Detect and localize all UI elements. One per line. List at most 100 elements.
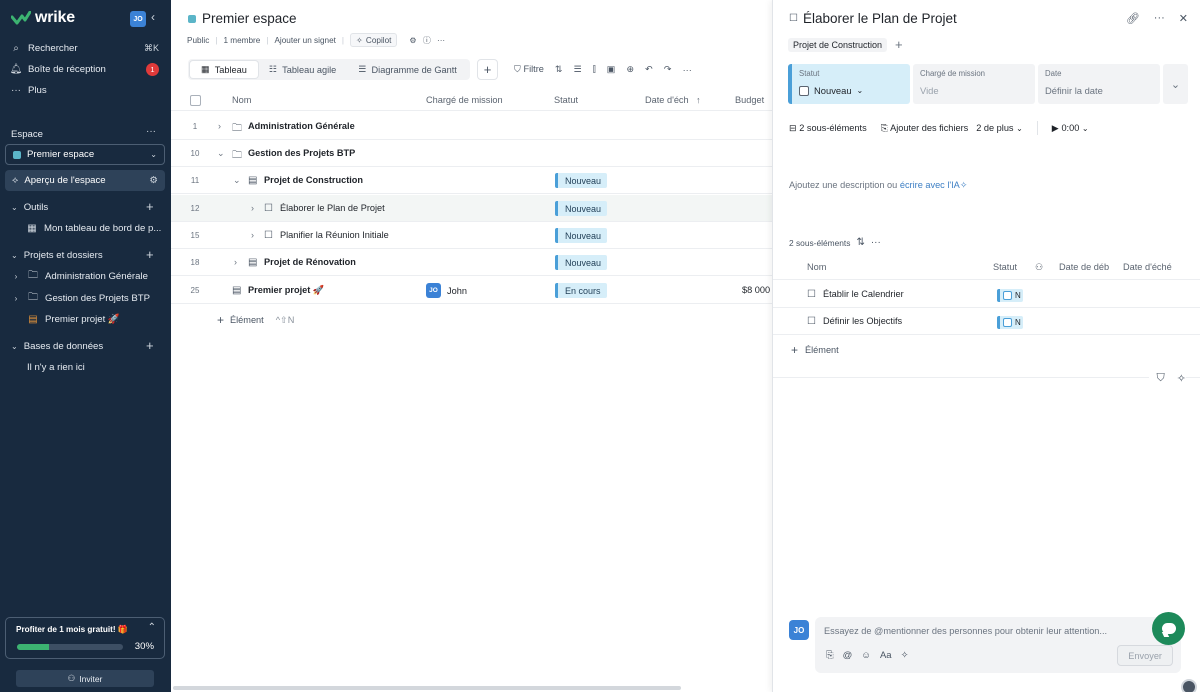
sub-column-due[interactable]: Date d'éché bbox=[1123, 262, 1177, 272]
write-with-ai-link[interactable]: écrire avec l'IA bbox=[900, 180, 960, 190]
add-view-button[interactable]: + bbox=[477, 59, 498, 80]
chevron-right-icon[interactable]: › bbox=[251, 203, 254, 213]
sidebar-item-dashboard[interactable]: ▦ Mon tableau de bord de p... bbox=[27, 220, 161, 236]
close-icon[interactable]: ✕ bbox=[1179, 12, 1188, 25]
sidebar-item-administration[interactable]: › 🗀 Administration Générale bbox=[11, 268, 148, 284]
budget-value[interactable]: $8 000 bbox=[742, 285, 770, 295]
row-name[interactable]: Projet de Construction bbox=[264, 175, 363, 185]
sub-column-start[interactable]: Date de déb bbox=[1059, 262, 1111, 272]
sparkle-icon[interactable]: ✧ bbox=[1177, 372, 1186, 385]
page-title-text[interactable]: Premier espace bbox=[202, 11, 297, 26]
chat-support-button[interactable] bbox=[1152, 612, 1185, 645]
chevron-down-icon[interactable]: ⌄ bbox=[233, 175, 241, 186]
projects-section[interactable]: ⌄ Projets et dossiers bbox=[11, 247, 103, 263]
table-row[interactable]: 12 › ☐ Élaborer le Plan de Projet Nouvea… bbox=[171, 195, 772, 222]
status-badge[interactable]: Nouveau bbox=[555, 255, 608, 270]
status-field[interactable]: Statut Nouveau ⌄ bbox=[788, 64, 910, 104]
info-icon[interactable]: ⓘ bbox=[423, 34, 431, 46]
row-name[interactable]: Administration Générale bbox=[248, 121, 355, 131]
subitem-row[interactable]: ☐ Définir les Objectifs N bbox=[773, 308, 1200, 335]
members-label[interactable]: 1 membre bbox=[223, 36, 260, 45]
date-field[interactable]: Date Définir la date bbox=[1038, 64, 1160, 104]
table-row[interactable]: 25 ▤ Premier projet 🚀 JO John En cours $… bbox=[171, 277, 772, 304]
add-item-button[interactable]: + Élément ^⇧N bbox=[217, 313, 294, 327]
layout-icon[interactable]: ▣ bbox=[607, 64, 616, 75]
databases-section[interactable]: ⌄ Bases de données bbox=[11, 338, 103, 354]
space-selector[interactable]: Premier espace ⌄ bbox=[5, 144, 165, 165]
add-parent-icon[interactable]: + bbox=[895, 37, 903, 52]
bookmark-link[interactable]: Ajouter un signet bbox=[274, 36, 335, 45]
chevron-down-icon[interactable]: ⌄ bbox=[217, 148, 225, 159]
tab-board[interactable]: ☷ Tableau agile bbox=[258, 61, 347, 78]
status-badge[interactable]: Nouveau bbox=[555, 173, 608, 188]
invite-button[interactable]: ⚇ Inviter bbox=[16, 670, 154, 687]
attach-button[interactable]: ⎘ Ajouter des fichiers bbox=[881, 123, 969, 134]
column-budget[interactable]: Budget bbox=[735, 95, 764, 105]
subitem-name[interactable]: Établir le Calendrier bbox=[823, 289, 904, 299]
undo-icon[interactable]: ↶ bbox=[645, 64, 653, 75]
more-fields-button[interactable]: 2 de plus ⌄ bbox=[976, 123, 1023, 133]
add-tool-icon[interactable]: + bbox=[146, 200, 154, 213]
table-row[interactable]: 15 › ☐ Planifier la Réunion Initiale Nou… bbox=[171, 222, 772, 249]
add-project-icon[interactable]: + bbox=[146, 248, 154, 261]
sidebar-item-premier-projet[interactable]: ▤ Premier projet 🚀 bbox=[28, 311, 120, 327]
column-due-date[interactable]: Date d'éch bbox=[645, 95, 689, 105]
filter-button[interactable]: ⛉ Filtre bbox=[514, 64, 544, 75]
description-placeholder[interactable]: Ajoutez une description ou écrire avec l… bbox=[789, 180, 968, 191]
parent-tag[interactable]: Projet de Construction bbox=[788, 37, 888, 52]
column-assignee[interactable]: Chargé de mission bbox=[426, 95, 503, 105]
table-row[interactable]: 11 ⌄ ▤ Projet de Construction Nouveau bbox=[171, 167, 772, 194]
paperclip-icon[interactable]: ⎘ bbox=[826, 650, 834, 661]
mention-icon[interactable]: @ bbox=[843, 650, 853, 661]
select-all-checkbox[interactable] bbox=[190, 95, 201, 106]
sidebar-item-gestion[interactable]: › 🗀 Gestion des Projets BTP bbox=[11, 290, 150, 306]
nav-search[interactable]: ⌕ Rechercher bbox=[11, 40, 161, 56]
filter-icon[interactable]: ⛉ bbox=[1157, 372, 1165, 385]
chevron-right-icon[interactable]: › bbox=[251, 230, 254, 240]
collapse-sidebar-icon[interactable]: ‹ bbox=[151, 10, 155, 24]
chevron-right-icon[interactable]: › bbox=[234, 257, 237, 267]
sub-column-status[interactable]: Statut bbox=[993, 262, 1017, 272]
row-name[interactable]: Gestion des Projets BTP bbox=[248, 148, 355, 158]
row-name[interactable]: Planifier la Réunion Initiale bbox=[280, 230, 389, 240]
add-database-icon[interactable]: + bbox=[146, 339, 154, 352]
nav-more[interactable]: ··· Plus bbox=[11, 82, 47, 98]
subitem-status[interactable]: N bbox=[997, 289, 1023, 302]
help-widget-icon[interactable] bbox=[1181, 679, 1197, 692]
panel-title-text[interactable]: Élaborer le Plan de Projet bbox=[803, 11, 957, 26]
table-row[interactable]: 1 › 🗀 Administration Générale bbox=[171, 113, 772, 140]
timer-button[interactable]: ▶ 0:00 ⌄ bbox=[1052, 123, 1089, 134]
more-icon[interactable]: ··· bbox=[437, 36, 445, 45]
gear-icon[interactable]: ⚙ bbox=[149, 175, 158, 186]
sort-icon[interactable]: ⇅ bbox=[555, 64, 563, 75]
user-avatar[interactable]: JO bbox=[130, 11, 146, 27]
redo-icon[interactable]: ↷ bbox=[664, 64, 672, 75]
status-badge[interactable]: En cours bbox=[555, 283, 607, 298]
comment-box[interactable]: Essayez de @mentionner des personnes pou… bbox=[815, 617, 1181, 673]
expand-fields-icon[interactable]: ⌄ bbox=[1163, 64, 1188, 104]
settings-icon[interactable]: ⚙ bbox=[409, 35, 416, 45]
space-overview-item[interactable]: ⟡ Aperçu de l'espace ⚙ bbox=[5, 170, 165, 191]
send-button[interactable]: Envoyer bbox=[1117, 645, 1173, 666]
row-name[interactable]: Élaborer le Plan de Projet bbox=[280, 203, 385, 213]
visibility-label[interactable]: Public bbox=[187, 36, 209, 45]
tools-section[interactable]: ⌄ Outils bbox=[11, 199, 48, 215]
user-icon[interactable]: ⚇ bbox=[1035, 262, 1043, 273]
column-status[interactable]: Statut bbox=[554, 95, 578, 105]
horizontal-scrollbar[interactable] bbox=[173, 686, 681, 690]
subitem-status[interactable]: N bbox=[997, 316, 1023, 329]
chevron-up-icon[interactable]: ⌃ bbox=[148, 622, 156, 633]
status-badge[interactable]: Nouveau bbox=[555, 228, 608, 243]
sort-asc-icon[interactable]: ↑ bbox=[696, 95, 701, 105]
chevron-right-icon[interactable]: › bbox=[218, 121, 221, 131]
emoji-icon[interactable]: ☺ bbox=[861, 650, 871, 661]
tab-table[interactable]: ▦ Tableau bbox=[190, 61, 258, 78]
column-name[interactable]: Nom bbox=[232, 95, 251, 105]
assignee-field[interactable]: Chargé de mission Vide bbox=[913, 64, 1035, 104]
format-text-icon[interactable]: Aa bbox=[880, 650, 892, 661]
more-icon[interactable]: ··· bbox=[1154, 12, 1165, 25]
sort-icon[interactable]: ⇅ bbox=[856, 237, 864, 248]
subitem-row[interactable]: ☐ Établir le Calendrier N bbox=[773, 281, 1200, 308]
sub-column-name[interactable]: Nom bbox=[807, 262, 826, 272]
table-row[interactable]: 18 › ▤ Projet de Rénovation Nouveau bbox=[171, 249, 772, 276]
